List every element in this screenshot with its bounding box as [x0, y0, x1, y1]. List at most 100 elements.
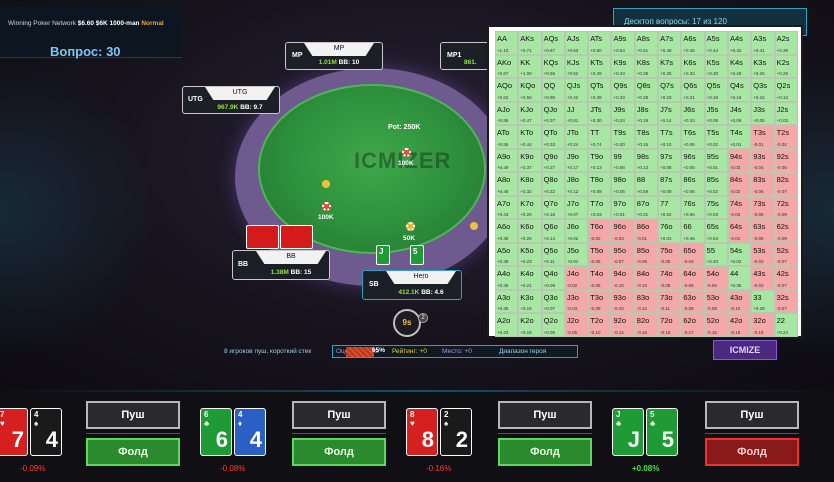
push-button[interactable]: Пуш [705, 401, 799, 429]
range-cell[interactable]: QJo +0.37 [541, 101, 565, 125]
range-cell[interactable]: KJs +0.52 [564, 54, 589, 78]
range-cell[interactable]: KJo +0.47 [518, 101, 542, 125]
range-cell[interactable]: T6o -0.02 [588, 219, 612, 243]
range-cell[interactable]: 97s +0.08 [658, 148, 682, 172]
range-cell[interactable]: 63s -0.05 [751, 219, 775, 243]
range-cell[interactable]: QQ +0.90 [541, 78, 565, 102]
range-cell[interactable]: 85o -0.06 [634, 242, 659, 266]
range-cell[interactable]: T7s +0.10 [658, 125, 682, 149]
range-cell[interactable]: A4o +0.36 [495, 266, 519, 290]
range-cell[interactable]: 33 +0.29 [751, 289, 775, 313]
range-cell[interactable]: AKo +0.67 [495, 54, 519, 78]
range-cell[interactable]: 93o -0.10 [611, 289, 635, 313]
range-cell[interactable]: T2s -0.02 [774, 125, 798, 149]
range-cell[interactable]: T3o -0.08 [588, 289, 612, 313]
range-cell[interactable]: 74o -0.08 [658, 266, 682, 290]
range-cell[interactable]: 86o -0.01 [634, 219, 659, 243]
range-cell[interactable]: K4s +0.28 [727, 54, 752, 78]
range-cell[interactable]: J2s +0.03 [774, 101, 798, 125]
range-cell[interactable]: 52s -0.07 [774, 242, 798, 266]
range-cell[interactable]: J4o -0.02 [564, 266, 589, 290]
range-cell[interactable]: J9s +0.24 [611, 101, 635, 125]
range-cell[interactable]: 32o -0.18 [751, 313, 775, 337]
range-cell[interactable]: A2o +0.33 [495, 313, 519, 337]
range-cell[interactable]: 95o -0.07 [611, 242, 635, 266]
range-cell[interactable]: AJs +0.63 [564, 31, 589, 55]
range-cell[interactable]: A6o +0.39 [495, 219, 519, 243]
range-cell[interactable]: 82o -0.16 [634, 313, 659, 337]
range-cell[interactable]: 76o +0.01 [658, 219, 682, 243]
push-button[interactable]: Пуш [86, 401, 180, 429]
range-cell[interactable]: 82s -0.07 [774, 172, 798, 196]
range-cell[interactable]: Q8o +0.22 [541, 172, 565, 196]
icmize-button[interactable]: ICMIZE [713, 340, 777, 360]
range-cell[interactable]: A9s +0.54 [611, 31, 635, 55]
fold-button[interactable]: Фолд [498, 438, 592, 466]
range-cell[interactable]: K5o +0.23 [518, 242, 542, 266]
range-cell[interactable]: 43s -0.03 [751, 266, 775, 290]
range-cell[interactable]: 87s +0.09 [658, 172, 682, 196]
range-cell[interactable]: 97o +0.01 [611, 195, 635, 219]
range-cell[interactable]: K2s +0.25 [774, 54, 798, 78]
range-cell[interactable]: 96s +0.05 [681, 148, 705, 172]
range-cell[interactable]: 64s -0.01 [727, 219, 752, 243]
range-cell[interactable]: Q5o +0.11 [541, 242, 565, 266]
range-cell[interactable]: A3s +0.41 [751, 31, 775, 55]
range-cell[interactable]: K3s +0.26 [751, 54, 775, 78]
range-cell[interactable]: K4o +0.21 [518, 266, 542, 290]
range-cell[interactable]: 66 +0.46 [681, 219, 705, 243]
range-cell[interactable]: K7o +0.29 [518, 195, 542, 219]
range-cell[interactable]: 44 +0.35 [727, 266, 752, 290]
range-cell[interactable]: AKs +0.71 [518, 31, 542, 55]
range-cell[interactable]: 96o -0.03 [611, 219, 635, 243]
range-cell[interactable]: J6o +0.02 [564, 219, 589, 243]
range-cell[interactable]: T8s +0.15 [634, 125, 659, 149]
range-cell[interactable]: K9o +0.37 [518, 148, 542, 172]
range-cell[interactable]: 54s +0.02 [727, 242, 752, 266]
range-cell[interactable]: 42s -0.07 [774, 266, 798, 290]
range-cell[interactable]: J5o +0.01 [564, 242, 589, 266]
range-cell[interactable]: J8s +0.19 [634, 101, 659, 125]
range-cell[interactable]: 98o +0.05 [611, 172, 635, 196]
range-cell[interactable]: A3o +0.35 [495, 289, 519, 313]
range-cell[interactable]: TT +0.74 [588, 125, 612, 149]
range-cell[interactable]: ATs +0.60 [588, 31, 612, 55]
range-cell[interactable]: 74s -0.03 [727, 195, 752, 219]
range-cell[interactable]: T4o -0.06 [588, 266, 612, 290]
range-cell[interactable]: 62s -0.09 [774, 219, 798, 243]
range-cell[interactable]: 72o -0.16 [658, 313, 682, 337]
range-cell[interactable]: A5o +0.38 [495, 242, 519, 266]
range-cell[interactable]: K7s +0.35 [658, 54, 682, 78]
range-cell[interactable]: 32s -0.07 [774, 289, 798, 313]
range-cell[interactable]: A2s +0.39 [774, 31, 798, 55]
range-cell[interactable]: A9o +0.49 [495, 148, 519, 172]
range-cell[interactable]: J6s +0.10 [681, 101, 705, 125]
range-cell[interactable]: QTo +0.33 [541, 125, 565, 149]
range-cell[interactable]: JTo +0.24 [564, 125, 589, 149]
range-cell[interactable]: A8s +0.51 [634, 31, 659, 55]
range-cell[interactable]: AQs +0.67 [541, 31, 565, 55]
range-cell[interactable]: A4s +0.42 [727, 31, 752, 55]
range-cell[interactable]: 77 +0.52 [658, 195, 682, 219]
range-cell[interactable]: Q8s +0.28 [634, 78, 659, 102]
range-cell[interactable]: A7s +0.48 [658, 31, 682, 55]
range-cell[interactable]: 55 +0.40 [704, 242, 728, 266]
range-cell[interactable]: 93s -0.04 [751, 148, 775, 172]
range-cell[interactable]: 53s -0.03 [751, 242, 775, 266]
range-cell[interactable]: Q9s +0.33 [611, 78, 635, 102]
range-cell[interactable]: Q3o +0.07 [541, 289, 565, 313]
range-cell[interactable]: Q7o +0.16 [541, 195, 565, 219]
range-cell[interactable]: K8o +0.32 [518, 172, 542, 196]
range-cell[interactable]: 42o -0.16 [727, 313, 752, 337]
range-cell[interactable]: 63o -0.09 [681, 289, 705, 313]
range-cell[interactable]: 62o -0.17 [681, 313, 705, 337]
range-cell[interactable]: KQo +0.50 [518, 78, 542, 102]
range-cell[interactable]: J5s +0.08 [704, 101, 728, 125]
range-cell[interactable]: 75s +0.03 [704, 195, 728, 219]
range-cell[interactable]: T8o +0.08 [588, 172, 612, 196]
range-cell[interactable]: 87o +0.01 [634, 195, 659, 219]
range-cell[interactable]: Q2o +0.05 [541, 313, 565, 337]
range-cell[interactable]: 84o -0.10 [634, 266, 659, 290]
range-cell[interactable]: 85s +0.02 [704, 172, 728, 196]
range-cell[interactable]: KK +1.00 [518, 54, 542, 78]
